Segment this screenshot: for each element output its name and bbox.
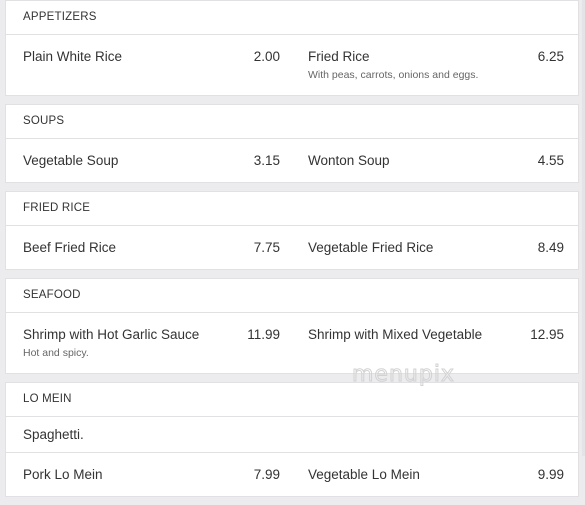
menu-section-fried-rice: FRIED RICE Beef Fried Rice 7.75 Vegetabl… [5,191,579,270]
menu-row: Beef Fried Rice 7.75 Vegetable Fried Ric… [6,226,578,269]
item-price: 11.99 [247,327,280,342]
menu-row: Plain White Rice 2.00 Fried Rice With pe… [6,35,578,95]
menu-item[interactable]: Vegetable Soup 3.15 [6,139,292,182]
menu-item[interactable]: Vegetable Lo Mein 9.99 [292,453,578,496]
item-name: Shrimp with Hot Garlic Sauce [23,327,200,342]
item-price: 2.00 [253,49,280,64]
menu-item[interactable]: Plain White Rice 2.00 [6,35,292,95]
item-name: Plain White Rice [23,49,123,64]
section-title: FRIED RICE [6,192,578,226]
item-description: Hot and spicy. [23,347,89,359]
item-price: 9.99 [537,467,564,482]
item-price: 6.25 [537,49,564,64]
menu-section-soups: SOUPS Vegetable Soup 3.15 Wonton Soup 4.… [5,104,579,183]
item-name: Fried Rice [308,49,370,64]
menupix-watermark: menupix [352,362,455,388]
item-price: 4.55 [537,153,564,168]
section-title: SOUPS [6,105,578,139]
menu-section-seafood: SEAFOOD Shrimp with Hot Garlic Sauce Hot… [5,278,579,374]
menu-item[interactable]: Beef Fried Rice 7.75 [6,226,292,269]
menu-list: APPETIZERS Plain White Rice 2.00 Fried R… [5,0,579,505]
menu-row: Pork Lo Mein 7.99 Vegetable Lo Mein 9.99 [6,453,578,496]
item-price: 7.75 [253,240,280,255]
section-note: Spaghetti. [6,417,578,453]
item-description: With peas, carrots, onions and eggs. [308,69,479,81]
menu-section-lo-mein: LO MEIN Spaghetti. Pork Lo Mein 7.99 Veg… [5,382,579,497]
item-price: 7.99 [253,467,280,482]
menu-section-appetizers: APPETIZERS Plain White Rice 2.00 Fried R… [5,0,579,96]
item-price: 8.49 [537,240,564,255]
item-price: 3.15 [253,153,280,168]
item-name: Pork Lo Mein [23,467,103,482]
menu-item[interactable]: Pork Lo Mein 7.99 [6,453,292,496]
menu-item[interactable]: Vegetable Fried Rice 8.49 [292,226,578,269]
section-title: APPETIZERS [6,1,578,35]
item-name: Vegetable Lo Mein [308,467,420,482]
item-name: Vegetable Soup [23,153,119,168]
section-title: LO MEIN [6,383,578,417]
item-price: 12.95 [530,327,564,342]
menu-item[interactable]: Fried Rice With peas, carrots, onions an… [292,35,578,95]
menu-row: Shrimp with Hot Garlic Sauce Hot and spi… [6,313,578,373]
menu-row: Vegetable Soup 3.15 Wonton Soup 4.55 [6,139,578,182]
section-title: SEAFOOD [6,279,578,313]
menu-item[interactable]: Wonton Soup 4.55 [292,139,578,182]
item-name: Wonton Soup [308,153,390,168]
item-name: Vegetable Fried Rice [308,240,434,255]
item-name: Shrimp with Mixed Vegetable [308,327,483,342]
menu-item[interactable]: Shrimp with Hot Garlic Sauce Hot and spi… [6,313,292,373]
item-name: Beef Fried Rice [23,240,117,255]
